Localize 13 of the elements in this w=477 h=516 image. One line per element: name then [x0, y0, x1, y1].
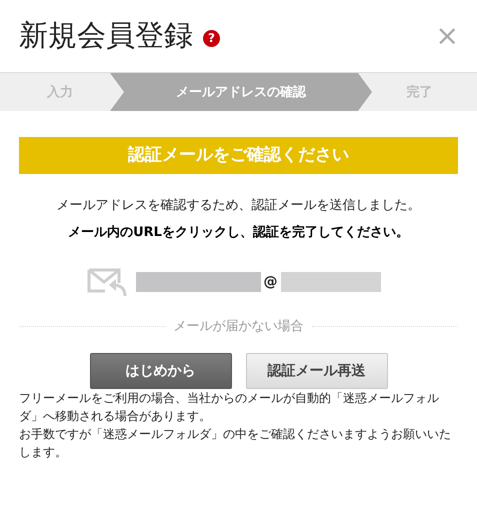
notice-banner: 認証メールをご確認ください	[19, 137, 458, 174]
divider-label: メールが届かない場合	[174, 318, 304, 335]
email-at-sign: @	[264, 274, 278, 290]
step-item: メールアドレスの確認	[110, 73, 372, 111]
note-text: フリーメールをご利用の場合、当社からのメールが自動的「迷惑メールフォルダ」へ移動される場合があります。	[19, 390, 440, 425]
mail-reply-icon	[86, 267, 126, 297]
action-button[interactable]: 認証メール再送	[246, 353, 388, 389]
instruction-text: メール内のURLをクリックし、認証を完了してください。	[67, 224, 410, 241]
action-button[interactable]: はじめから	[90, 353, 232, 389]
note-text: お手数ですが「迷惑メールフォルダ」の中をご確認くださいますようお願いいたします。	[19, 426, 452, 461]
help-icon[interactable]: ?	[203, 30, 220, 46]
message-text: メールアドレスを確認するため、認証メールを送信しました。	[56, 197, 422, 214]
dialog-title: 新規会員登録	[19, 17, 193, 54]
